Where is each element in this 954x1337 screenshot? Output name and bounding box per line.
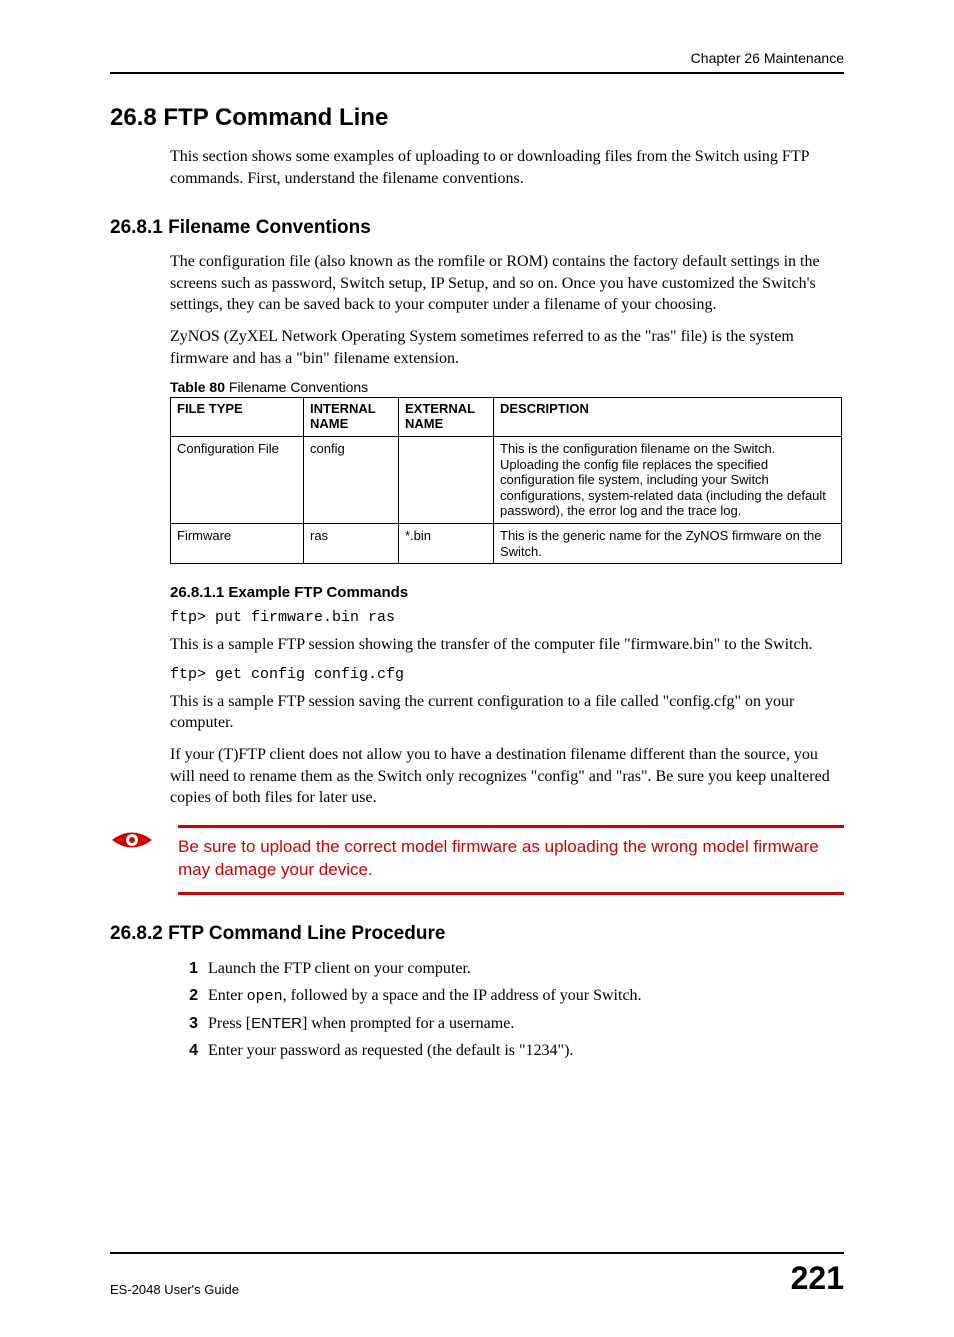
- page-footer: ES-2048 User's Guide 221: [110, 1254, 844, 1297]
- step-text: Launch the FTP client on your computer.: [208, 957, 471, 980]
- step-text-part: ] when prompted for a username.: [302, 1015, 514, 1032]
- ftp-command: ftp> put firmware.bin ras: [170, 609, 844, 626]
- table-row: Configuration File config This is the co…: [171, 437, 842, 524]
- cell-desc: This is the generic name for the ZyNOS f…: [494, 524, 842, 564]
- cell-external: [399, 437, 494, 524]
- subsubsection-heading: 26.8.1.1 Example FTP Commands: [170, 584, 844, 601]
- cell-internal: config: [304, 437, 399, 524]
- chapter-header: Chapter 26 Maintenance: [110, 50, 844, 66]
- para: This is a sample FTP session saving the …: [170, 691, 844, 734]
- table-number: Table 80: [170, 379, 225, 395]
- cell-external: *.bin: [399, 524, 494, 564]
- subsection-heading-1: 26.8.1 Filename Conventions: [110, 217, 844, 239]
- para: The configuration file (also known as th…: [170, 251, 844, 316]
- step-number: 4: [170, 1039, 198, 1062]
- step-number: 1: [170, 957, 198, 980]
- cell-file-type: Firmware: [171, 524, 304, 564]
- subsection-heading-2: 26.8.2 FTP Command Line Procedure: [110, 923, 844, 945]
- header-rule: [110, 72, 844, 74]
- section-intro: This section shows some examples of uplo…: [170, 146, 844, 189]
- step-text: Enter your password as requested (the de…: [208, 1039, 573, 1062]
- filename-conventions-table: FILE TYPE INTERNAL NAME EXTERNAL NAME DE…: [170, 397, 842, 564]
- table-row: Firmware ras *.bin This is the generic n…: [171, 524, 842, 564]
- para: If your (T)FTP client does not allow you…: [170, 744, 844, 809]
- table-caption: Table 80 Filename Conventions: [170, 379, 844, 395]
- step-text: Enter open, followed by a space and the …: [208, 984, 642, 1008]
- warning-eye-icon: [110, 825, 168, 860]
- warning-bottom-rule: [178, 892, 844, 895]
- warning-callout: Be sure to upload the correct model firm…: [110, 825, 844, 895]
- table-title: Filename Conventions: [225, 379, 368, 395]
- th-description: DESCRIPTION: [494, 398, 842, 437]
- key-name: ENTER: [251, 1015, 302, 1032]
- para: This is a sample FTP session showing the…: [170, 634, 844, 656]
- step-text-part: Enter: [208, 987, 247, 1004]
- cell-file-type: Configuration File: [171, 437, 304, 524]
- warning-text: Be sure to upload the correct model firm…: [178, 836, 844, 882]
- step-1: 1 Launch the FTP client on your computer…: [170, 957, 844, 980]
- step-text-part: Press [: [208, 1015, 251, 1032]
- procedure-steps: 1 Launch the FTP client on your computer…: [170, 957, 844, 1062]
- step-2: 2 Enter open, followed by a space and th…: [170, 984, 844, 1008]
- step-number: 3: [170, 1012, 198, 1035]
- step-text: Press [ENTER] when prompted for a userna…: [208, 1012, 514, 1035]
- cell-internal: ras: [304, 524, 399, 564]
- th-external-name: EXTERNAL NAME: [399, 398, 494, 437]
- th-file-type: FILE TYPE: [171, 398, 304, 437]
- step-3: 3 Press [ENTER] when prompted for a user…: [170, 1012, 844, 1035]
- page-number: 221: [791, 1260, 844, 1297]
- cell-desc: This is the configuration filename on th…: [494, 437, 842, 524]
- inline-code: open: [247, 988, 283, 1005]
- ftp-command: ftp> get config config.cfg: [170, 666, 844, 683]
- footer-guide-title: ES-2048 User's Guide: [110, 1282, 239, 1297]
- section-heading: 26.8 FTP Command Line: [110, 104, 844, 132]
- warning-top-rule: [178, 825, 844, 828]
- para: ZyNOS (ZyXEL Network Operating System so…: [170, 326, 844, 369]
- th-internal-name: INTERNAL NAME: [304, 398, 399, 437]
- step-4: 4 Enter your password as requested (the …: [170, 1039, 844, 1062]
- step-number: 2: [170, 984, 198, 1008]
- step-text-part: , followed by a space and the IP address…: [283, 987, 642, 1004]
